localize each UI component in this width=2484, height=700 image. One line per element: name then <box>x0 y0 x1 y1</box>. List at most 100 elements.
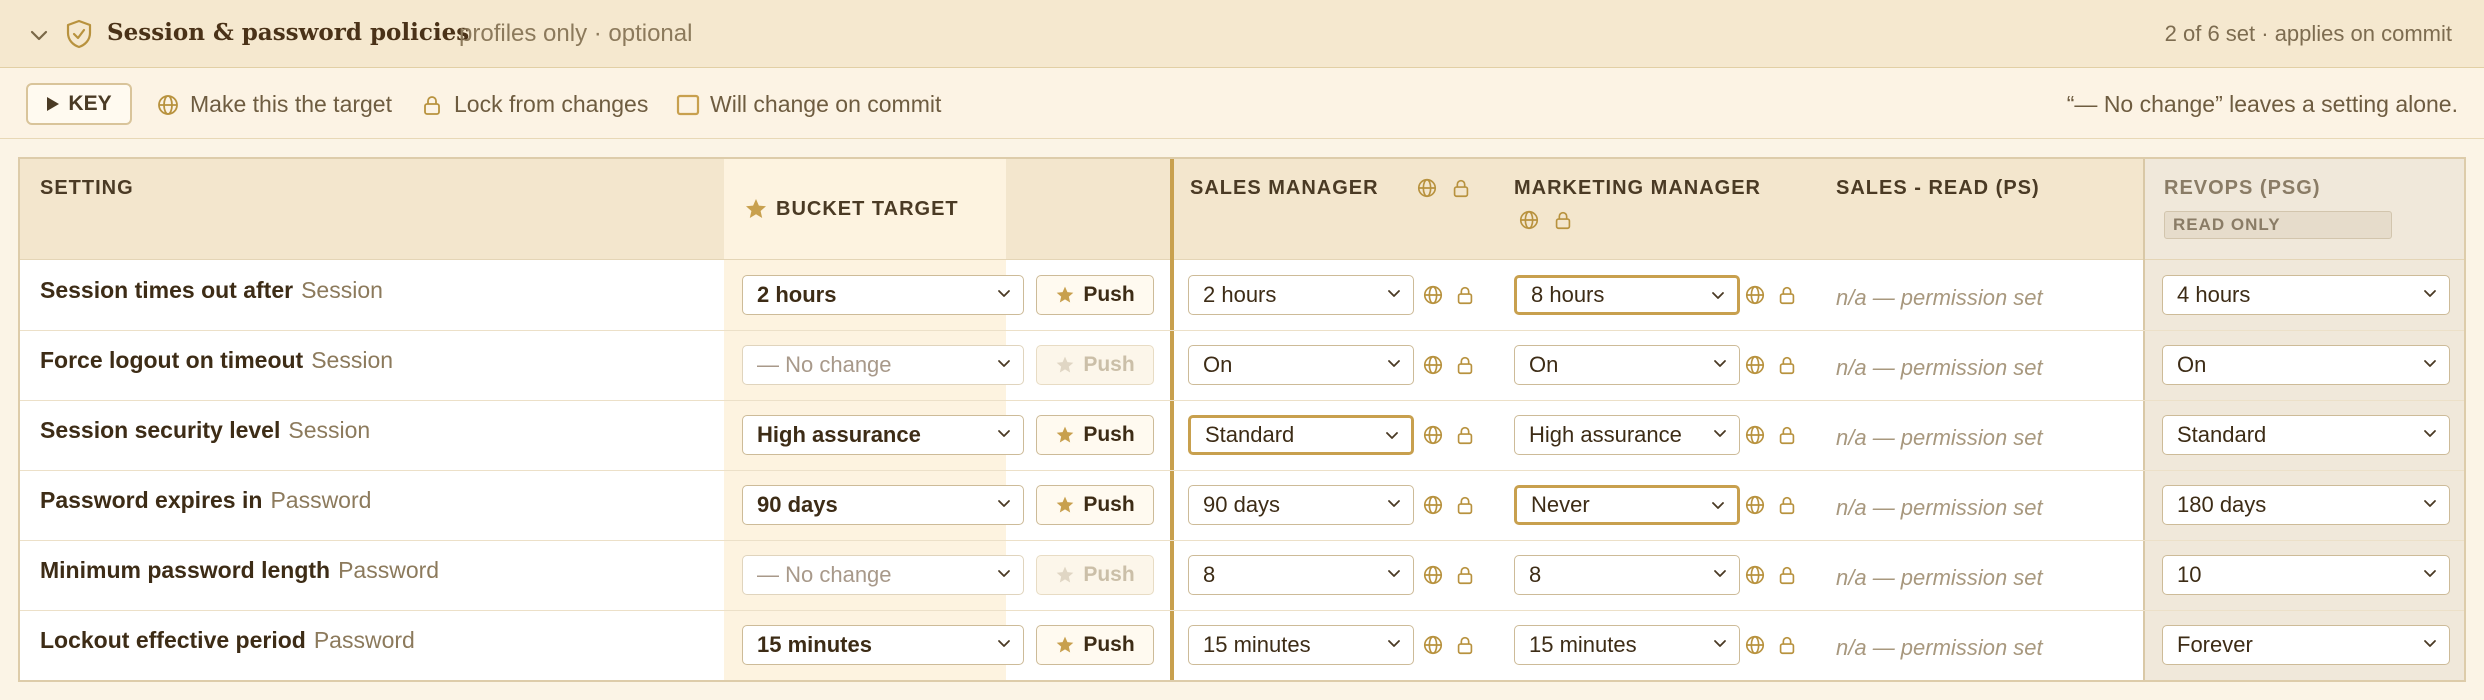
lock-icon[interactable] <box>1776 354 1798 376</box>
table-row: Minimum password length Password <box>40 557 439 584</box>
select-value: 10 <box>2177 562 2202 587</box>
sales-manager-select[interactable]: On <box>1188 345 1414 385</box>
marketing-manager-select[interactable]: 8 <box>1514 555 1740 595</box>
select-value: 90 days <box>757 492 838 517</box>
sales-manager-select[interactable]: 15 minutes <box>1188 625 1414 665</box>
select-value: Never <box>1531 492 1590 517</box>
sales-manager-select[interactable]: 8 <box>1188 555 1414 595</box>
play-icon <box>47 97 60 111</box>
globe-icon[interactable] <box>1422 634 1444 656</box>
bucket-target-select[interactable]: 90 days <box>742 485 1024 525</box>
marketing-manager-select[interactable]: High assurance <box>1514 415 1740 455</box>
setting-name: Session times out after <box>40 277 294 303</box>
lock-icon <box>424 95 440 115</box>
revops-select[interactable]: 10 <box>2162 555 2450 595</box>
select-value: 2 hours <box>1203 282 1277 307</box>
lock-icon[interactable] <box>1454 354 1476 376</box>
lock-icon[interactable] <box>1454 564 1476 586</box>
globe-icon[interactable] <box>1744 564 1766 586</box>
globe-icon[interactable] <box>1422 284 1444 306</box>
select-value: High assurance <box>757 422 921 447</box>
select-value: Forever <box>2177 632 2253 657</box>
marketing-manager-select[interactable]: Never <box>1514 485 1740 525</box>
section-subtitle: profiles only · optional <box>459 20 693 47</box>
globe-icon[interactable] <box>1416 177 1438 199</box>
lock-icon[interactable] <box>1450 177 1472 199</box>
revops-select[interactable]: 180 days <box>2162 485 2450 525</box>
lock-icon[interactable] <box>1454 634 1476 656</box>
shield-check-icon <box>66 19 92 49</box>
globe-icon[interactable] <box>1744 634 1766 656</box>
globe-icon[interactable] <box>1422 424 1444 446</box>
lock-icon[interactable] <box>1454 424 1476 446</box>
star-icon <box>1056 496 1074 513</box>
key-button-label: KEY <box>68 92 112 115</box>
lock-icon[interactable] <box>1776 494 1798 516</box>
bucket-target-select[interactable]: — No change <box>742 555 1024 595</box>
globe-icon[interactable] <box>1422 564 1444 586</box>
push-label: Push <box>1083 563 1135 586</box>
push-button[interactable]: Push <box>1036 485 1154 525</box>
select-value: On <box>2177 352 2207 377</box>
key-bar: KEY Make this the target Lock from chang… <box>0 69 2484 139</box>
select-value: 8 <box>1529 562 1542 587</box>
column-header-sales-manager: SALES MANAGER <box>1190 177 1379 199</box>
sales-manager-select[interactable]: 90 days <box>1188 485 1414 525</box>
globe-icon <box>158 94 178 115</box>
push-button[interactable]: Push <box>1036 345 1154 385</box>
push-button[interactable]: Push <box>1036 625 1154 665</box>
key-item-commit: Will change on commit <box>676 91 941 118</box>
lock-icon[interactable] <box>1776 564 1798 586</box>
setting-name: Force logout on timeout <box>40 347 304 373</box>
lock-icon[interactable] <box>1552 209 1574 231</box>
star-icon <box>1056 566 1074 583</box>
key-item-lock: Lock from changes <box>420 91 648 118</box>
lock-icon[interactable] <box>1454 284 1476 306</box>
chevron-down-icon[interactable] <box>28 24 50 46</box>
sales-manager-select[interactable]: Standard <box>1188 415 1414 455</box>
bucket-target-select[interactable]: High assurance <box>742 415 1024 455</box>
globe-icon[interactable] <box>1744 424 1766 446</box>
setting-group: Session <box>288 417 371 443</box>
select-value: Standard <box>1205 422 1295 447</box>
marketing-manager-select[interactable]: On <box>1514 345 1740 385</box>
globe-icon[interactable] <box>1744 494 1766 516</box>
push-button[interactable]: Push <box>1036 275 1154 315</box>
lock-icon[interactable] <box>1776 634 1798 656</box>
bucket-target-select[interactable]: 2 hours <box>742 275 1024 315</box>
lock-icon[interactable] <box>1776 284 1798 306</box>
column-header-marketing-manager: MARKETING MANAGER <box>1514 177 1761 199</box>
globe-icon[interactable] <box>1744 354 1766 376</box>
push-button[interactable]: Push <box>1036 555 1154 595</box>
revops-select[interactable]: On <box>2162 345 2450 385</box>
revops-select[interactable]: Forever <box>2162 625 2450 665</box>
column-header-setting: SETTING <box>40 177 134 199</box>
column-header-sales-read: SALES - READ (PS) <box>1836 177 2040 199</box>
column-header-revops: REVOPS (PSG) <box>2164 177 2321 199</box>
push-label: Push <box>1083 283 1135 306</box>
bucket-target-select[interactable]: — No change <box>742 345 1024 385</box>
column-divider <box>2143 159 2145 680</box>
sales-manager-select[interactable]: 2 hours <box>1188 275 1414 315</box>
key-button[interactable]: KEY <box>26 83 132 125</box>
globe-icon[interactable] <box>1744 284 1766 306</box>
setting-name: Session security level <box>40 417 281 443</box>
star-icon <box>1056 636 1074 653</box>
select-value: 8 hours <box>1531 282 1605 307</box>
revops-select[interactable]: Standard <box>2162 415 2450 455</box>
revops-select[interactable]: 4 hours <box>2162 275 2450 315</box>
not-applicable-text: n/a — permission set <box>1836 285 2043 310</box>
globe-icon[interactable] <box>1422 494 1444 516</box>
not-applicable-text: n/a — permission set <box>1836 355 2043 380</box>
marketing-manager-select[interactable]: 15 minutes <box>1514 625 1740 665</box>
globe-icon[interactable] <box>1422 354 1444 376</box>
marketing-manager-select[interactable]: 8 hours <box>1514 275 1740 315</box>
select-value: On <box>1529 352 1559 377</box>
lock-icon[interactable] <box>1776 424 1798 446</box>
bucket-target-select[interactable]: 15 minutes <box>742 625 1024 665</box>
globe-icon[interactable] <box>1518 209 1540 231</box>
section-header[interactable]: Session & password policies profiles onl… <box>0 0 2484 68</box>
push-button[interactable]: Push <box>1036 415 1154 455</box>
select-value: 8 <box>1203 562 1216 587</box>
lock-icon[interactable] <box>1454 494 1476 516</box>
